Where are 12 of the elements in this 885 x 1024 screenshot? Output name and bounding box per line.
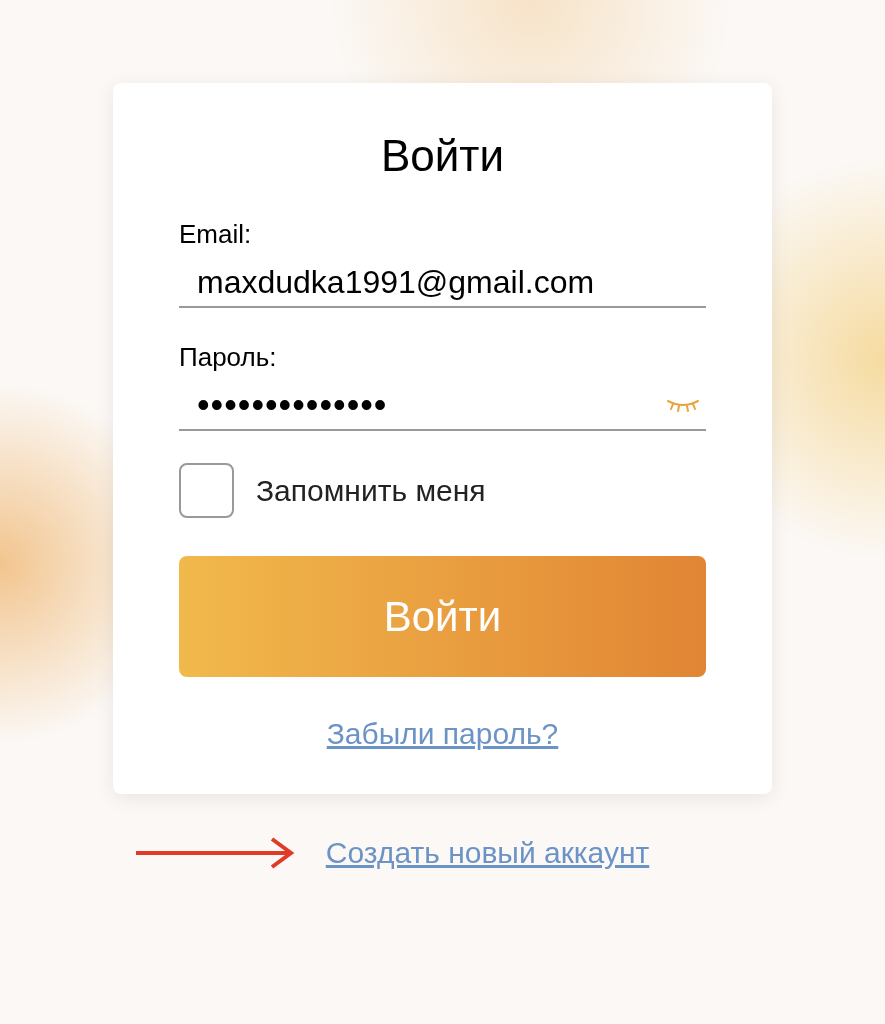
login-button[interactable]: Войти: [179, 556, 706, 677]
password-field[interactable]: ••••••••••••••: [179, 381, 706, 431]
create-account-link[interactable]: Создать новый аккаунт: [325, 830, 650, 875]
closed-eye-icon[interactable]: [666, 397, 700, 413]
login-title: Войти: [380, 130, 505, 182]
remember-label: Запомнить меня: [256, 473, 486, 509]
forgot-password-link[interactable]: Забыли пароль?: [326, 711, 559, 756]
email-field[interactable]: maxdudka1991@gmail.com: [179, 258, 706, 308]
arrow-icon: [135, 835, 296, 870]
field-label: Пароль:: [179, 341, 278, 374]
field-label: Email:: [179, 218, 253, 251]
remember-checkbox[interactable]: [179, 463, 234, 518]
